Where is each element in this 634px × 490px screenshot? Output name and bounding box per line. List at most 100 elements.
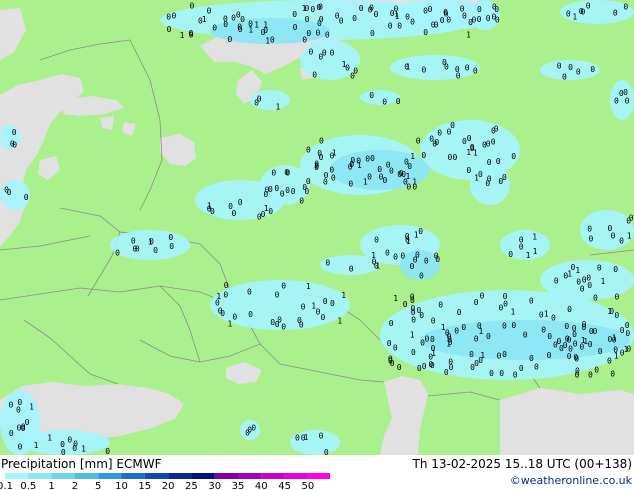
precip-amount-marker: 0 [7, 188, 12, 197]
precip-amount-marker: 0 [541, 326, 546, 335]
precip-amount-marker: 1 [410, 331, 415, 340]
precip-amount-marker: 0 [172, 11, 177, 20]
precip-amount-marker: 0 [425, 334, 430, 343]
precip-amount-marker: 0 [207, 6, 212, 15]
precip-amount-marker: 0 [574, 355, 579, 364]
precip-amount-marker: 0 [593, 327, 598, 336]
precip-amount-marker: 0 [397, 363, 402, 372]
precip-amount-marker: 0 [321, 313, 326, 322]
legend-tick-label: 2 [72, 481, 78, 490]
precip-amount-marker: 0 [572, 330, 577, 339]
precip-amount-marker: 0 [428, 353, 433, 362]
precip-amount-marker: 0 [198, 16, 203, 25]
precip-amount-marker: 0 [316, 29, 321, 38]
legend-swatch [214, 473, 238, 479]
precip-amount-marker: 0 [394, 5, 399, 14]
precip-amount-marker: 0 [309, 48, 314, 57]
precip-amount-marker: 0 [437, 129, 442, 138]
precip-amount-marker: 1 [29, 403, 34, 412]
precip-amount-marker: 0 [523, 330, 528, 339]
precip-amount-marker: 0 [473, 66, 478, 75]
precip-amount-marker: 0 [422, 362, 427, 371]
precip-amount-marker: 1 [410, 152, 415, 161]
legend-swatch [51, 473, 75, 479]
precip-amount-marker: 0 [460, 5, 465, 14]
precip-amount-marker: 0 [487, 158, 492, 167]
precip-amount-marker: 0 [224, 281, 229, 290]
precip-amount-marker: 0 [190, 2, 195, 11]
precip-amount-marker: 0 [390, 359, 395, 368]
precip-amount-marker: 0 [377, 165, 382, 174]
model-label: ECMWF [116, 457, 162, 471]
precip-amount-marker: 0 [576, 68, 581, 77]
precip-amount-marker: 0 [582, 323, 587, 332]
precip-amount-marker: 0 [115, 248, 120, 257]
precip-amount-marker: 1 [47, 434, 52, 443]
aral-region [500, 388, 634, 455]
precip-amount-marker: 0 [292, 10, 297, 19]
precip-amount-marker: 1 [544, 309, 549, 318]
precip-amount-marker: 0 [166, 13, 171, 22]
precip-amount-marker: 0 [212, 24, 217, 33]
precip-amount-marker: 0 [519, 364, 524, 373]
precip-amount-marker: 0 [210, 207, 215, 216]
precip-amount-marker: 0 [291, 187, 296, 196]
precip-amount-marker: 0 [368, 5, 373, 14]
precip-amount-marker: 0 [349, 160, 354, 169]
precip-amount-marker: 0 [438, 301, 443, 310]
precip-amount-marker: 0 [564, 322, 569, 331]
precip-amount-marker: 0 [424, 257, 429, 266]
precip-amount-marker: 0 [457, 308, 462, 317]
precip-amount-marker: 0 [553, 340, 558, 349]
precip-amount-marker: 0 [67, 436, 72, 445]
precip-amount-marker: 0 [579, 7, 584, 16]
precip-amount-marker: 0 [579, 342, 584, 351]
precip-amount-marker: 0 [567, 305, 572, 314]
precip-amount-marker: 0 [431, 317, 436, 326]
precip-amount-marker: 1 [254, 20, 259, 29]
precip-amount-marker: 0 [369, 91, 374, 100]
precip-amount-marker: 0 [494, 125, 499, 134]
precip-amount-marker: 0 [529, 354, 534, 363]
precipitation-map: 0000000110000000000000001100010100000000… [0, 0, 634, 457]
precip-amount-marker: 0 [502, 350, 507, 359]
precip-amount-marker: 0 [73, 439, 78, 448]
precip-amount-marker: 0 [325, 30, 330, 39]
precip-amount-marker: 0 [248, 310, 253, 319]
precip-amount-marker: 1 [180, 31, 185, 40]
precip-amount-marker: 0 [314, 162, 319, 171]
precip-amount-marker: 0 [417, 306, 422, 315]
legend-tick-label: 15 [138, 481, 151, 490]
precip-amount-marker: 1 [480, 351, 485, 360]
precip-amount-marker: 1 [572, 13, 577, 22]
precip-amount-marker: 0 [485, 179, 490, 188]
precip-amount-marker: 0 [302, 183, 307, 192]
legend-swatch [98, 473, 122, 479]
precip-amount-marker: 0 [466, 166, 471, 175]
precip-amount-marker: 0 [245, 429, 250, 438]
precip-amount-marker: 0 [238, 25, 243, 34]
precip-amount-marker: 1 [81, 444, 86, 453]
product-label: Precipitation [mm] [1, 457, 113, 471]
legend-tick-label: 40 [255, 481, 268, 490]
precip-amount-marker: 0 [563, 272, 568, 281]
precip-amount-marker: 0 [450, 121, 455, 130]
precip-amount-marker: 0 [293, 23, 298, 32]
precip-amount-marker: 0 [590, 65, 595, 74]
precip-amount-marker: 0 [447, 335, 452, 344]
small-lake-1 [100, 116, 114, 130]
legend-swatch [144, 473, 169, 479]
precip-amount-marker: 0 [580, 284, 585, 293]
precip-amount-marker: 0 [238, 198, 243, 207]
precip-amount-marker: 0 [489, 369, 494, 378]
valid-time: Th 13-02-2025 15..18 UTC (00+138) [412, 457, 632, 471]
precip-amount-marker: 0 [486, 332, 491, 341]
legend-tick-label: 10 [115, 481, 128, 490]
legend-swatch [261, 473, 285, 479]
precip-amount-marker: 0 [251, 423, 256, 432]
precip-amount-marker: 0 [477, 15, 482, 24]
precip-amount-marker: 0 [339, 17, 344, 26]
legend-tick-label: 35 [232, 481, 245, 490]
precip-amount-marker: 0 [496, 157, 501, 166]
precip-amount-marker: 0 [614, 311, 619, 320]
